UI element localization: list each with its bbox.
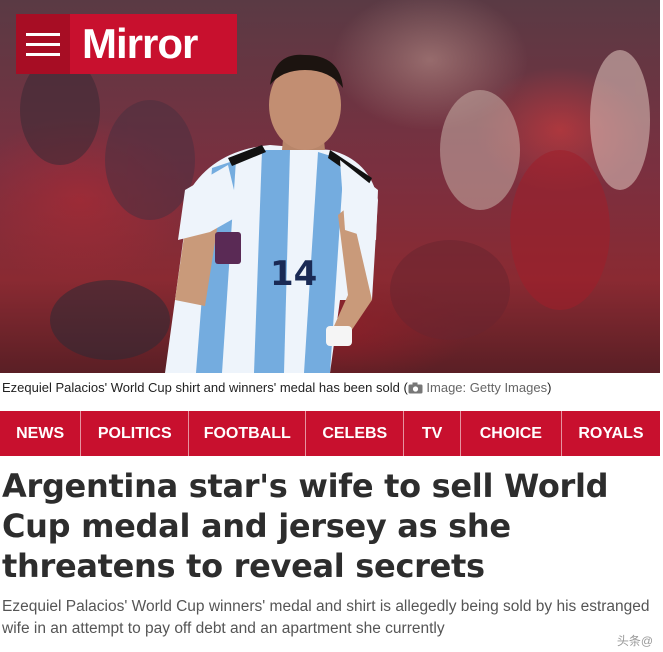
nav-item-choice[interactable]: CHOICE bbox=[461, 411, 562, 456]
nav-item-football[interactable]: FOOTBALL bbox=[189, 411, 307, 456]
article-standfirst: Ezequiel Palacios' World Cup winners' me… bbox=[2, 598, 650, 637]
nav-item-politics[interactable]: POLITICS bbox=[81, 411, 190, 456]
section-nav: NEWS POLITICS FOOTBALL CELEBS TV CHOICE … bbox=[0, 411, 660, 456]
watermark: 头条@ bbox=[612, 631, 657, 650]
shirt-number: 14 bbox=[270, 254, 317, 294]
hero-image: 14 Mirror bbox=[0, 0, 660, 373]
world-cup-badge bbox=[215, 232, 241, 264]
nav-item-royals[interactable]: ROYALS bbox=[562, 411, 660, 456]
caption-credit: Image: Getty Images bbox=[426, 380, 548, 395]
nav-item-tv[interactable]: TV bbox=[404, 411, 461, 456]
camera-icon bbox=[408, 380, 423, 400]
site-header: Mirror bbox=[16, 14, 237, 74]
nav-item-news[interactable]: NEWS bbox=[0, 411, 82, 456]
image-caption: Ezequiel Palacios' World Cup shirt and w… bbox=[0, 378, 662, 402]
menu-icon[interactable] bbox=[16, 14, 70, 74]
site-logo[interactable]: Mirror bbox=[82, 20, 198, 68]
caption-text: Ezequiel Palacios' World Cup shirt and w… bbox=[2, 380, 400, 395]
nav-item-celebs[interactable]: CELEBS bbox=[306, 411, 405, 456]
article-headline: Argentina star's wife to sell World Cup … bbox=[2, 467, 609, 585]
